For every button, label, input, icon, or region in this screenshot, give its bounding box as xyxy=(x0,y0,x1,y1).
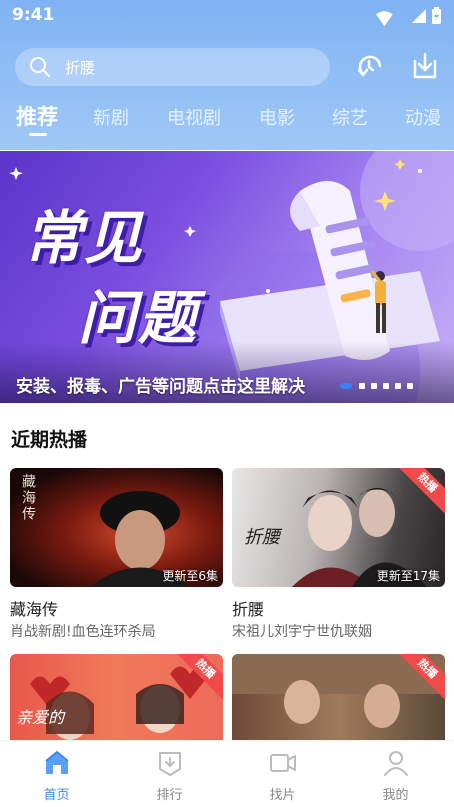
poster-image: 亲爱的 热播 xyxy=(10,654,223,740)
bottom-navigation: 首页 排行 找片 我的 xyxy=(0,740,454,807)
nav-ranking[interactable]: 排行 xyxy=(113,741,226,807)
nav-label: 排行 xyxy=(156,788,183,803)
tab-recommend[interactable]: 推荐 xyxy=(16,101,58,131)
drama-card[interactable]: 热播 xyxy=(232,654,445,740)
card-title: 藏海传 xyxy=(10,600,59,619)
tab-tv-series[interactable]: 电视剧 xyxy=(167,104,221,130)
card-subtitle: 肖战新剧!血色连环杀局 xyxy=(10,624,156,640)
carousel-dot xyxy=(371,383,377,389)
ranking-icon xyxy=(159,752,181,776)
header: 9:41 折腰 推荐 新剧 电视剧 电影 综艺 动漫 xyxy=(0,0,454,150)
tab-anime[interactable]: 动漫 xyxy=(405,104,441,130)
tab-new-drama[interactable]: 新剧 xyxy=(93,104,129,130)
carousel-dot xyxy=(383,383,389,389)
drama-card[interactable]: 亲爱的 热播 xyxy=(10,654,223,740)
carousel-dot xyxy=(395,383,401,389)
episode-badge: 更新至6集 xyxy=(162,569,218,583)
poster-text: 亲爱的 xyxy=(16,708,65,727)
search-bar[interactable]: 折腰 xyxy=(15,48,330,86)
download-icon[interactable] xyxy=(409,50,441,82)
user-icon xyxy=(384,751,408,776)
home-icon xyxy=(45,751,69,774)
card-title: 折腰 xyxy=(232,600,265,619)
banner-title-line1: 常见 xyxy=(24,204,145,272)
wifi-icon xyxy=(376,11,393,26)
status-bar: 9:41 xyxy=(0,0,454,32)
signal-icon xyxy=(412,9,426,23)
poster-text: 藏海传 xyxy=(20,474,36,522)
carousel-dot xyxy=(407,383,413,389)
tab-indicator xyxy=(29,133,47,136)
poster-text: 折腰 xyxy=(244,527,280,548)
banner-caption: 安装、报毒、广告等问题点击这里解决 xyxy=(16,377,305,397)
carousel-dot xyxy=(359,383,365,389)
nav-profile[interactable]: 我的 xyxy=(339,741,452,807)
card-subtitle: 宋祖儿刘宇宁世仇联姻 xyxy=(232,624,372,640)
nav-label: 找片 xyxy=(269,788,296,803)
nav-label: 我的 xyxy=(382,788,409,803)
nav-home[interactable]: 首页 xyxy=(0,741,113,807)
history-icon[interactable] xyxy=(354,50,386,82)
tab-variety[interactable]: 综艺 xyxy=(332,104,368,130)
search-input[interactable]: 折腰 xyxy=(65,57,95,78)
video-camera-icon xyxy=(270,754,296,772)
faq-banner[interactable]: 常见 问题 xyxy=(0,151,454,403)
nav-find[interactable]: 找片 xyxy=(226,741,339,807)
nav-label: 首页 xyxy=(43,788,70,803)
search-icon xyxy=(30,57,50,77)
carousel-dot xyxy=(340,383,352,389)
category-tabs: 推荐 新剧 电视剧 电影 综艺 动漫 xyxy=(0,100,454,140)
status-time: 9:41 xyxy=(12,5,55,25)
poster-image: 藏海传 更新至6集 xyxy=(10,468,223,587)
status-icons xyxy=(376,7,441,26)
episode-badge: 更新至17集 xyxy=(376,569,440,583)
section-title: 近期热播 xyxy=(11,429,88,451)
poster-image: 热播 xyxy=(232,654,445,740)
poster-image: 折腰 热播 更新至17集 xyxy=(232,468,445,587)
tab-movie[interactable]: 电影 xyxy=(259,104,295,130)
